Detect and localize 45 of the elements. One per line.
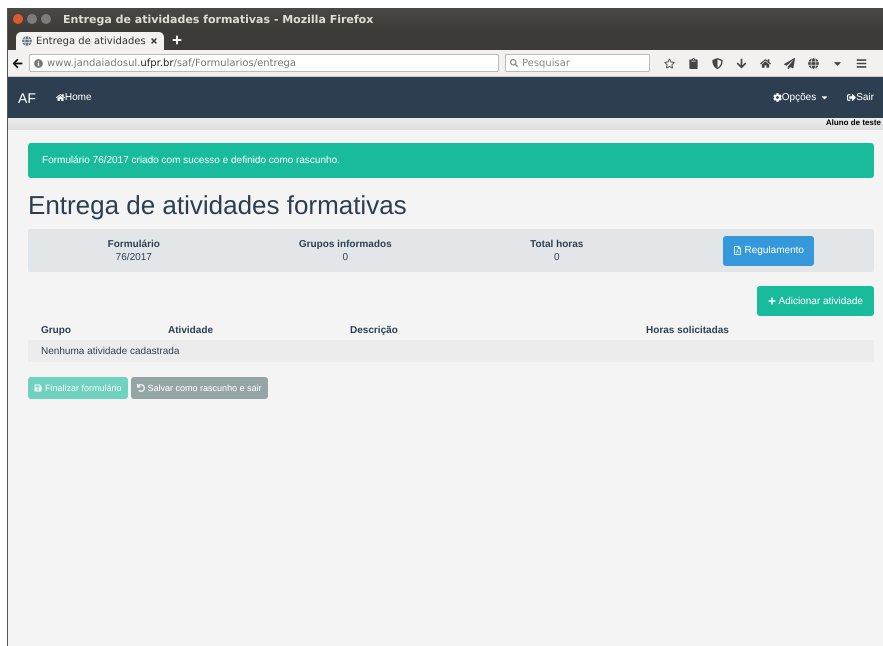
summary-label: Grupos informados bbox=[298, 238, 392, 250]
success-alert: Formulário 76/2017 criado com sucesso e definido como rascunho. bbox=[28, 143, 874, 178]
window-title: Entrega de atividades formativas - Mozilla Firefox bbox=[63, 12, 374, 26]
page-heading: Entrega de atividades formativas bbox=[28, 190, 408, 221]
empty-message: Nenhuma atividade cadastrada bbox=[41, 346, 180, 356]
maximize-window-icon[interactable] bbox=[41, 14, 51, 24]
options-menu[interactable]: Opções bbox=[782, 92, 816, 103]
brand-logo[interactable]: AF bbox=[18, 90, 36, 106]
summary-label: Formulário bbox=[108, 238, 160, 250]
new-tab-icon[interactable] bbox=[172, 35, 182, 45]
column-header: Descrição bbox=[350, 324, 399, 336]
close-icon[interactable] bbox=[150, 37, 158, 45]
browser-tab[interactable]: Entrega de atividades bbox=[16, 32, 164, 50]
info-icon[interactable] bbox=[34, 58, 43, 68]
gear-icon bbox=[772, 93, 782, 102]
plus-icon bbox=[768, 297, 776, 305]
column-header: Atividade bbox=[168, 324, 214, 336]
download-icon[interactable] bbox=[736, 58, 747, 68]
home-icon[interactable] bbox=[760, 58, 771, 68]
address-field[interactable]: www.jandaiadosul.ufpr.br/saf/Formularios/entrega bbox=[29, 54, 499, 72]
search-icon bbox=[510, 59, 518, 67]
user-name: Aluno de teste bbox=[826, 118, 881, 129]
search-field[interactable]: Pesquisar bbox=[505, 54, 650, 72]
clipboard-icon[interactable] bbox=[688, 58, 699, 68]
url-text: www.jandaiadosul.ufpr.br/saf/Formularios/entrega bbox=[47, 58, 296, 68]
summary-label: Total horas bbox=[530, 238, 584, 250]
menu-icon[interactable] bbox=[856, 58, 867, 68]
paper-plane-icon[interactable] bbox=[784, 58, 795, 68]
undo-icon bbox=[136, 384, 145, 392]
globe-icon bbox=[22, 36, 32, 46]
pdf-file-icon bbox=[732, 246, 742, 255]
column-header: Grupo bbox=[41, 324, 72, 336]
summary-value: 0 bbox=[554, 252, 560, 262]
globe-icon[interactable] bbox=[808, 58, 819, 68]
back-icon[interactable] bbox=[12, 58, 23, 68]
summary-value: 0 bbox=[342, 252, 348, 262]
exit-icon bbox=[847, 93, 856, 102]
column-header: Horas solicitadas bbox=[646, 324, 730, 336]
close-window-icon[interactable] bbox=[13, 14, 23, 24]
summary-value: 76/2017 bbox=[116, 252, 152, 262]
home-icon bbox=[56, 93, 65, 102]
star-icon[interactable] bbox=[664, 58, 675, 68]
logout-link[interactable]: Sair bbox=[856, 92, 874, 103]
home-link[interactable]: Home bbox=[64, 92, 92, 103]
minimize-window-icon[interactable] bbox=[27, 14, 37, 24]
